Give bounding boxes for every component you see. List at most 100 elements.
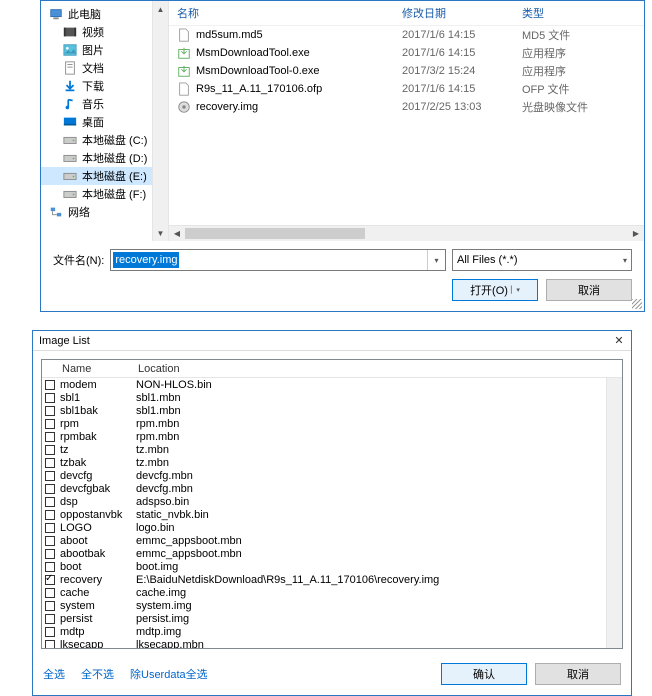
- image-row[interactable]: devcfgdevcfg.mbn: [42, 469, 622, 482]
- tree-item[interactable]: 本地磁盘 (C:): [41, 131, 152, 149]
- tree-label: 图片: [82, 42, 104, 58]
- scroll-left-icon[interactable]: ◀: [169, 226, 185, 241]
- file-row[interactable]: R9s_11_A.11_170106.ofp2017/1/6 14:15OFP …: [169, 80, 644, 98]
- image-location: persist.img: [134, 613, 622, 625]
- tree-item[interactable]: 视频: [41, 23, 152, 41]
- sidebar-scrollbar[interactable]: ▲ ▼: [152, 1, 168, 241]
- tree-item[interactable]: 下载: [41, 77, 152, 95]
- tree-item[interactable]: 图片: [41, 41, 152, 59]
- image-name: aboot: [58, 535, 134, 547]
- image-row[interactable]: sbl1sbl1.mbn: [42, 391, 622, 404]
- file-list-hscroll[interactable]: ◀ ▶: [169, 225, 644, 241]
- checkbox[interactable]: [45, 510, 55, 520]
- checkbox[interactable]: [45, 601, 55, 611]
- col-name[interactable]: 名称: [169, 5, 394, 21]
- image-row[interactable]: dspadspso.bin: [42, 495, 622, 508]
- image-table-scrollbar[interactable]: [606, 378, 622, 648]
- checkbox[interactable]: [45, 614, 55, 624]
- tree-item[interactable]: 本地磁盘 (D:): [41, 149, 152, 167]
- cancel-button[interactable]: 取消: [546, 279, 632, 301]
- image-row[interactable]: bootboot.img: [42, 560, 622, 573]
- checkbox[interactable]: [45, 575, 55, 585]
- image-row[interactable]: devcfgbakdevcfg.mbn: [42, 482, 622, 495]
- image-row[interactable]: tzbaktz.mbn: [42, 456, 622, 469]
- checkbox[interactable]: [45, 458, 55, 468]
- checkbox[interactable]: [45, 380, 55, 390]
- checkbox[interactable]: [45, 536, 55, 546]
- image-row[interactable]: tztz.mbn: [42, 443, 622, 456]
- image-row[interactable]: oppostanvbkstatic_nvbk.bin: [42, 508, 622, 521]
- tree-item[interactable]: 网络: [41, 203, 152, 221]
- file-row[interactable]: md5sum.md52017/1/6 14:15MD5 文件: [169, 26, 644, 44]
- image-row[interactable]: rpmbakrpm.mbn: [42, 430, 622, 443]
- checkbox[interactable]: [45, 445, 55, 455]
- image-row[interactable]: persistpersist.img: [42, 612, 622, 625]
- col-type[interactable]: 类型: [514, 5, 644, 21]
- image-row[interactable]: LOGOlogo.bin: [42, 521, 622, 534]
- select-except-userdata-link[interactable]: 除Userdata全选: [130, 666, 208, 682]
- checkbox[interactable]: [45, 419, 55, 429]
- checkbox[interactable]: [45, 627, 55, 637]
- select-all-link[interactable]: 全选: [43, 666, 65, 682]
- image-location: logo.bin: [134, 522, 622, 534]
- select-none-link[interactable]: 全不选: [81, 666, 114, 682]
- image-row[interactable]: modemNON-HLOS.bin: [42, 378, 622, 391]
- scroll-up-icon[interactable]: ▲: [153, 1, 168, 17]
- file-date: 2017/1/6 14:15: [394, 83, 514, 95]
- image-row[interactable]: cachecache.img: [42, 586, 622, 599]
- image-location: tz.mbn: [134, 457, 622, 469]
- col-img-location[interactable]: Location: [134, 363, 622, 375]
- image-row[interactable]: sbl1baksbl1.mbn: [42, 404, 622, 417]
- tree-item[interactable]: 本地磁盘 (E:): [41, 167, 152, 185]
- image-name: sbl1: [58, 392, 134, 404]
- image-row[interactable]: abootemmc_appsboot.mbn: [42, 534, 622, 547]
- open-button[interactable]: 打开(O) ▏▾: [452, 279, 538, 301]
- hscroll-thumb[interactable]: [185, 228, 365, 239]
- tree-item[interactable]: 桌面: [41, 113, 152, 131]
- checkbox[interactable]: [45, 406, 55, 416]
- checkbox[interactable]: [45, 562, 55, 572]
- image-location: static_nvbk.bin: [134, 509, 622, 521]
- resize-grip-icon[interactable]: [632, 299, 642, 309]
- image-row[interactable]: mdtpmdtp.img: [42, 625, 622, 638]
- checkbox[interactable]: [45, 588, 55, 598]
- image-location: tz.mbn: [134, 444, 622, 456]
- scroll-down-icon[interactable]: ▼: [153, 225, 168, 241]
- file-row[interactable]: MsmDownloadTool-0.exe2017/3/2 15:24应用程序: [169, 62, 644, 80]
- tree-item[interactable]: 音乐: [41, 95, 152, 113]
- image-location: emmc_appsboot.mbn: [134, 548, 622, 560]
- image-name: system: [58, 600, 134, 612]
- image-row[interactable]: systemsystem.img: [42, 599, 622, 612]
- image-row[interactable]: rpmrpm.mbn: [42, 417, 622, 430]
- cancel-button-2[interactable]: 取消: [535, 663, 621, 685]
- file-list[interactable]: md5sum.md52017/1/6 14:15MD5 文件MsmDownloa…: [169, 26, 644, 225]
- tree-label: 此电脑: [68, 6, 101, 22]
- image-name: rpmbak: [58, 431, 134, 443]
- col-img-name[interactable]: Name: [58, 363, 134, 375]
- checkbox[interactable]: [45, 432, 55, 442]
- tree-label: 本地磁盘 (D:): [82, 150, 147, 166]
- file-date: 2017/1/6 14:15: [394, 47, 514, 59]
- image-row[interactable]: lksecapplksecapp.mbn: [42, 638, 622, 649]
- checkbox[interactable]: [45, 640, 55, 650]
- ok-button[interactable]: 确认: [441, 663, 527, 685]
- tree-item[interactable]: 文档: [41, 59, 152, 77]
- filetype-filter[interactable]: All Files (*.*) ▾: [452, 249, 632, 271]
- checkbox[interactable]: [45, 523, 55, 533]
- col-date[interactable]: 修改日期: [394, 5, 514, 21]
- checkbox[interactable]: [45, 393, 55, 403]
- close-icon[interactable]: ✕: [611, 333, 627, 349]
- filename-dropdown-icon[interactable]: ▾: [427, 250, 445, 270]
- tree-item[interactable]: 此电脑: [41, 5, 152, 23]
- file-row[interactable]: MsmDownloadTool.exe2017/1/6 14:15应用程序: [169, 44, 644, 62]
- image-row[interactable]: recoveryE:\BaiduNetdiskDownload\R9s_11_A…: [42, 573, 622, 586]
- checkbox[interactable]: [45, 471, 55, 481]
- file-row[interactable]: recovery.img2017/2/25 13:03光盘映像文件: [169, 98, 644, 116]
- checkbox[interactable]: [45, 484, 55, 494]
- checkbox[interactable]: [45, 549, 55, 559]
- scroll-right-icon[interactable]: ▶: [628, 226, 644, 241]
- checkbox[interactable]: [45, 497, 55, 507]
- filename-combo[interactable]: recovery.img ▾: [110, 249, 446, 271]
- tree-item[interactable]: 本地磁盘 (F:): [41, 185, 152, 203]
- image-row[interactable]: abootbakemmc_appsboot.mbn: [42, 547, 622, 560]
